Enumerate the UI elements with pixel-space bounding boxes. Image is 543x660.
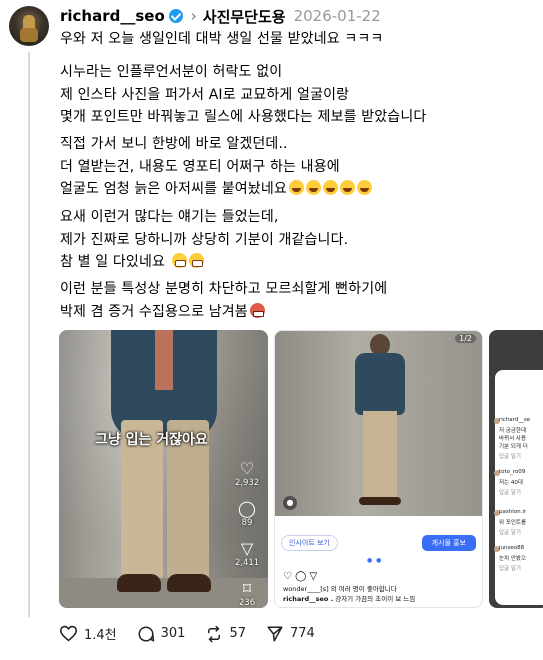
rofl-emoji-icon [288,180,304,195]
user-tag-icon: ● [283,496,297,510]
post-paragraph-5: 이런 분들 특성상 분명히 차단하고 모르쇠할게 뻔하기에 박제 겸 증거 수집… [60,281,388,320]
post-text-line: 우와 저 오늘 생일인데 대박 생일 선물 받았네요 ㅋㅋㅋ [60,31,384,47]
verified-badge-icon [168,9,183,23]
likes-text: wonder____[s] 외 여러 명이 좋아합니다 [283,585,397,593]
promote-button: 게시물 홍보 [421,535,476,551]
caption-text: richard__seo . 걍자기 가끔의 초이이 보 느낌 [283,595,416,603]
repost-count: 57 [229,626,247,641]
post-paragraph-4: 요새 이런거 많다는 얘기는 들었는데, 제가 진짜로 당하니까 상당히 기분이… [60,209,349,270]
username[interactable]: richard__seo [60,7,165,25]
post-date: 2026-01-22 [293,7,381,25]
like-button[interactable]: 1.4천 [59,624,117,643]
rofl-emoji-icon [339,180,355,195]
original-photo: 1/2 ● [275,331,482,516]
reel-caption: 그냥 입는 거잖아요 [95,432,208,448]
post-header: richard__seo › 사진무단도용 2026-01-22 [60,5,381,27]
carousel-dots-icon: ● ● [367,557,383,564]
angry-emoji-icon [249,302,265,318]
rofl-emoji-icon [305,180,321,195]
bookmark-icon: ⌑ [242,579,252,598]
comment-count: 301 [160,626,186,641]
media-comments-screenshot[interactable]: richard__se 저 궁금한데 바뀌서 사용 기분 되게 더 답글 달기 … [489,330,543,608]
share-button[interactable]: 774 [266,625,315,643]
share-icon: ▽ [240,539,254,558]
heart-icon [59,625,78,642]
send-icon [267,626,283,641]
thread-line [28,52,30,617]
comment-button[interactable]: 301 [137,625,186,643]
insight-button: 인사이트 보기 [281,535,338,551]
post-icons: ♡ ◯ ▽ [283,571,318,582]
topic-tag[interactable]: 사진무단도용 [203,6,286,27]
grimacing-emoji-icon [171,253,187,268]
action-bar: 1.4천 301 57 774 [59,624,335,643]
comment-icon [138,626,154,642]
media-instagram-screenshot[interactable]: 1/2 ● 인사이트 보기 게시물 홍보 ● ● ♡ ◯ ▽ wonder___… [274,330,483,608]
share-count: 774 [290,626,315,641]
repost-button[interactable]: 57 [205,625,246,643]
chevron-right-icon: › [190,7,197,25]
grimacing-emoji-icon [188,253,204,268]
rofl-emoji-icon [356,180,372,195]
media-reel-screenshot[interactable]: 그냥 입는 거잖아요 ♡ 2,932 ◯ 89 ▽ 2,411 ⌑ 236 [59,330,268,608]
comment-icon: ◯ [238,499,256,518]
rofl-emoji-icon [322,180,338,195]
post-paragraph-2: 시누라는 인플루언서분이 허락도 없이 제 인스타 사진을 퍼가서 AI로 교묘… [60,64,427,125]
repost-icon [208,625,221,642]
heart-icon: ♡ [239,459,255,478]
reel-side-actions: ♡ 2,932 ◯ 89 ▽ 2,411 ⌑ 236 [232,459,262,609]
post-paragraph-3: 직접 가서 보니 한방에 바로 알겠던데.. 더 열받는건, 내용도 영포티 어… [60,133,372,201]
like-count: 1.4천 [84,628,117,643]
avatar[interactable] [9,6,49,46]
